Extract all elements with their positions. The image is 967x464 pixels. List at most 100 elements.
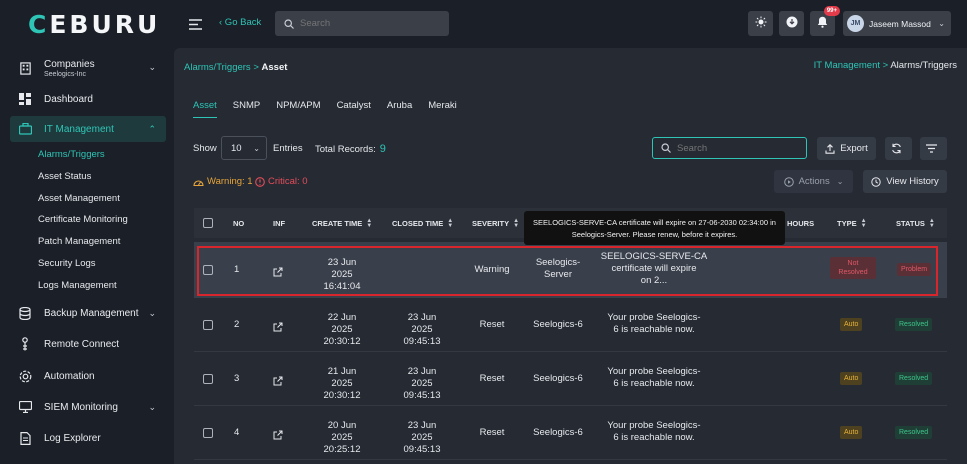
- building-icon: [18, 61, 32, 75]
- tab-snmp[interactable]: SNMP: [233, 100, 260, 118]
- row-severity: Reset: [479, 427, 505, 438]
- header-create-time-label: CREATE TIME: [312, 219, 363, 228]
- sidebar-item-backup-management[interactable]: Backup Management ⌄: [10, 300, 166, 326]
- row-checkbox[interactable]: [203, 320, 213, 330]
- document-icon: [18, 431, 32, 445]
- warning-label: Warning: 1: [207, 176, 253, 187]
- subitem-asset-status[interactable]: Asset Status: [38, 171, 91, 182]
- subitem-security-logs[interactable]: Security Logs: [38, 258, 96, 269]
- warning-count[interactable]: Warning: 1: [193, 176, 253, 187]
- download-icon: [786, 15, 798, 33]
- subitem-logs-management[interactable]: Logs Management: [38, 280, 117, 291]
- row-closed-time: 23 Jun 2025 09:45:13: [396, 420, 448, 456]
- download-button[interactable]: [779, 11, 804, 36]
- row-checkbox[interactable]: [203, 428, 213, 438]
- subitem-certificate-monitoring[interactable]: Certificate Monitoring: [38, 214, 128, 225]
- external-link-icon[interactable]: [273, 373, 283, 391]
- top-search-input[interactable]: [300, 18, 440, 29]
- header-type-label: TYPE: [837, 219, 857, 228]
- tab-meraki[interactable]: Meraki: [428, 100, 457, 118]
- row-severity: Reset: [479, 373, 505, 384]
- entries-select[interactable]: 10 ⌄: [221, 136, 267, 160]
- create-time: 20:25:12: [323, 444, 361, 455]
- select-all-checkbox[interactable]: [203, 218, 213, 228]
- actions-dropdown[interactable]: Actions ⌄: [774, 170, 853, 193]
- brand-logo[interactable]: CEBURU: [28, 10, 160, 39]
- sidebar-item-it-management[interactable]: IT Management ⌃: [10, 116, 166, 142]
- breadcrumb-current: Alarms/Triggers: [890, 60, 957, 71]
- tab-npm-apm[interactable]: NPM/APM: [276, 100, 320, 118]
- go-back-link[interactable]: ‹ Go Back: [219, 17, 261, 28]
- breadcrumb-link[interactable]: Alarms/Triggers >: [184, 62, 259, 73]
- dashboard-icon: [18, 92, 32, 106]
- tab-bar: Asset SNMP NPM/APM Catalyst Aruba Meraki: [193, 100, 473, 118]
- table-search-box[interactable]: [652, 137, 807, 159]
- notifications-button[interactable]: 99+: [810, 6, 840, 36]
- refresh-button[interactable]: [885, 137, 912, 160]
- sidebar: CEBURU Companies Seelogics-Inc ⌄ Dashboa…: [0, 0, 172, 464]
- filter-button[interactable]: [920, 137, 947, 160]
- sidebar-item-remote-connect[interactable]: Remote Connect: [10, 331, 166, 357]
- chevron-down-icon: ⌄: [148, 62, 156, 72]
- header-severity[interactable]: SEVERITY ▲ ▼: [472, 218, 520, 230]
- view-history-button[interactable]: View History: [863, 170, 947, 193]
- status-badge: Resolved: [895, 372, 933, 385]
- chevron-down-icon: ⌄: [148, 308, 156, 318]
- sort-icon: ▲ ▼: [928, 218, 935, 230]
- user-menu[interactable]: JM Jaseem Massod ⌄: [843, 11, 951, 36]
- row-create-time: 20 Jun 2025 20:25:12: [316, 420, 368, 456]
- sidebar-item-automation[interactable]: Automation: [10, 363, 166, 389]
- critical-count[interactable]: Critical: 0: [255, 176, 308, 187]
- sidebar-item-log-explorer[interactable]: Log Explorer: [10, 425, 166, 451]
- page-title: Asset: [261, 62, 288, 73]
- external-link-icon[interactable]: [273, 319, 283, 337]
- header-type[interactable]: TYPE ▲ ▼: [837, 218, 867, 229]
- tab-aruba[interactable]: Aruba: [387, 100, 412, 118]
- row-checkbox[interactable]: [203, 374, 213, 384]
- theme-toggle-button[interactable]: [748, 11, 773, 36]
- tab-catalyst[interactable]: Catalyst: [337, 100, 371, 118]
- row-no: 2: [234, 319, 240, 330]
- table-search-input[interactable]: [677, 142, 797, 154]
- company-value: Seelogics-Inc: [44, 70, 87, 78]
- chevron-up-icon: ⌃: [148, 124, 156, 134]
- sidebar-item-siem-monitoring[interactable]: SIEM Monitoring ⌄: [10, 394, 166, 420]
- header-inf: INF: [273, 219, 286, 228]
- export-button[interactable]: Export: [817, 137, 876, 160]
- row-no: 4: [234, 427, 240, 438]
- subitem-patch-management[interactable]: Patch Management: [38, 236, 120, 247]
- row-closed-time: 23 Jun 2025 09:45:13: [396, 366, 448, 402]
- row-message: Your probe Seelogics- 6 is reachable now.: [598, 420, 710, 444]
- row-message: Your probe Seelogics- 6 is reachable now.: [598, 312, 710, 336]
- breadcrumb-link[interactable]: IT Management >: [814, 60, 889, 71]
- message-line-1: Your probe Seelogics-: [607, 312, 701, 323]
- export-label: Export: [840, 143, 868, 154]
- sidebar-item-dashboard[interactable]: Dashboard: [10, 86, 166, 112]
- row-host: Seelogics-6: [533, 319, 583, 330]
- header-status[interactable]: STATUS ▲ ▼: [896, 218, 935, 230]
- closed-time: 09:45:13: [403, 336, 441, 347]
- create-date: 20 Jun 2025: [327, 420, 357, 443]
- external-link-icon[interactable]: [273, 427, 283, 445]
- database-icon: [18, 306, 32, 320]
- create-time: 20:30:12: [323, 390, 361, 401]
- header-create-time[interactable]: CREATE TIME ▲ ▼: [312, 218, 372, 229]
- company-label: Companies: [44, 58, 95, 70]
- subitem-alarms-triggers[interactable]: Alarms/Triggers: [38, 149, 105, 160]
- closed-date: 23 Jun 2025: [407, 312, 437, 335]
- warning-gauge-icon: [193, 179, 204, 186]
- automation-icon: [18, 369, 32, 383]
- top-search-box[interactable]: [275, 11, 449, 36]
- sidebar-item-companies[interactable]: Companies Seelogics-Inc ⌄: [10, 54, 166, 82]
- view-history-label: View History: [886, 176, 939, 187]
- critical-label: Critical: 0: [268, 176, 308, 187]
- sidebar-item-label: Remote Connect: [44, 338, 120, 350]
- tab-asset[interactable]: Asset: [193, 100, 217, 118]
- closed-time: 09:45:13: [403, 390, 441, 401]
- sort-icon: ▲ ▼: [513, 218, 520, 230]
- hamburger-menu-icon[interactable]: [189, 17, 202, 35]
- header-closed-time[interactable]: CLOSED TIME ▲ ▼: [392, 218, 453, 229]
- subitem-asset-management[interactable]: Asset Management: [38, 193, 120, 204]
- total-records: Total Records: 9: [315, 143, 386, 155]
- row-host: Seelogics-6: [533, 427, 583, 438]
